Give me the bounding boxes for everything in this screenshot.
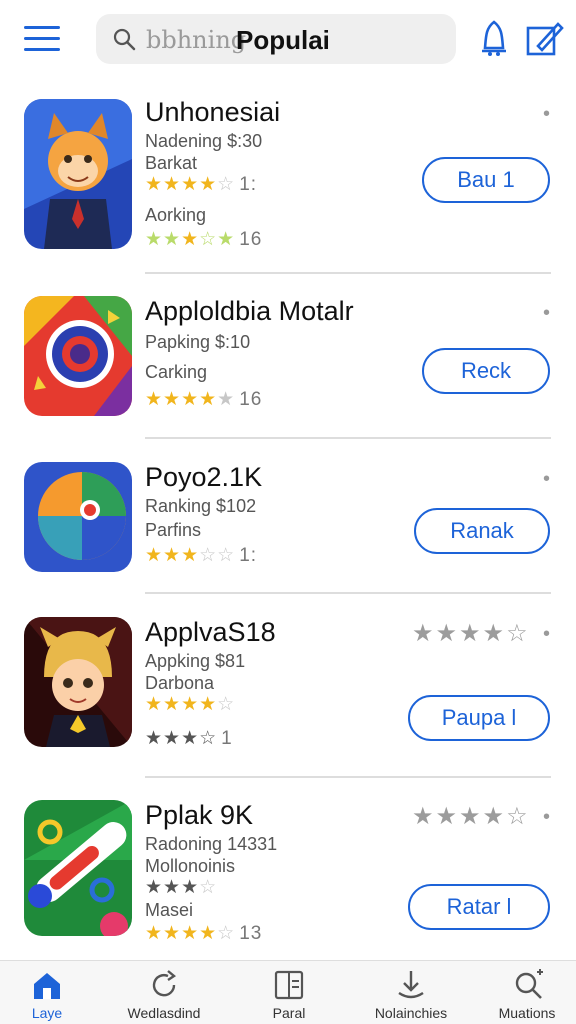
more-dot[interactable]: • [543,103,550,126]
app-subtitle: Papking $:10 [145,332,251,352]
app-icon-fox [24,99,132,249]
app-category: Barkat [145,153,198,173]
app-subtitle: Ranking $102 [145,496,257,516]
app-rank-label: Masei [145,900,194,920]
bottom-nav: Laye Wedlasdind Paral Nolainchies Muatio… [0,960,576,1024]
search-plus-icon [515,969,543,999]
divider [145,592,551,594]
home-icon [34,973,60,999]
app-category: Darbona [145,673,215,693]
rating-stars: ★★★★☆ 1: [145,174,258,195]
rating-stars-secondary: ★★★★☆ 13 [145,923,263,944]
search-icon [113,28,136,51]
rating-stars-right: ★★★★☆ [412,803,530,830]
top-bar: bbhning Populai [0,0,576,80]
tab-label: Wedlasdind [127,1005,201,1021]
refresh-icon [152,970,177,997]
app-title: Pplak 9K [145,800,254,830]
app-icon-game [24,800,132,936]
tab-label: Muations [498,1005,556,1021]
rating-stars: ★★★☆ [145,877,218,898]
edit-icon[interactable] [524,18,564,58]
bell-icon[interactable] [474,18,514,58]
more-dot[interactable]: • [543,302,550,325]
rating-stars-secondary: ★★★☆★ 16 [145,229,263,250]
more-dot[interactable]: • [543,468,550,491]
search-placeholder: bbhning [146,26,247,54]
app-title: Apploldbia Motalr [145,296,354,326]
rating-stars: ★★★★★ 16 [145,389,263,410]
download-icon [398,971,424,999]
app-subtitle: Radoning 14331 [145,834,278,854]
tab-layer[interactable]: Laye [0,961,94,1024]
tab-label: Paral [272,1005,306,1021]
app-icon-character [24,617,132,747]
rating-count: 16 [239,389,263,410]
app-title: Poyo2.1K [145,462,263,492]
app-title: ApplvaS18 [145,617,276,647]
search-bar[interactable]: bbhning Populai [96,14,456,64]
tab-updates[interactable]: Wedlasdind [94,961,234,1024]
rating-count: 13 [239,923,263,944]
divider [145,776,551,778]
rating-stars: ★★★★☆ [145,694,236,715]
get-button[interactable]: Ratar l [408,884,550,930]
more-dot[interactable]: • [543,623,550,646]
app-subtitle: Appking $81 [145,651,246,671]
get-button[interactable]: Paupa l [408,695,550,741]
rating-count: 1: [239,545,258,566]
app-category: Mollonoinis [145,856,236,876]
app-icon-camera [24,296,132,416]
rating-count: 1: [239,174,258,195]
more-dot[interactable]: • [543,806,550,829]
rating-count: 1 [221,728,233,749]
divider [145,272,551,274]
tab-paral[interactable]: Paral [234,961,344,1024]
rating-stars-right: ★★★★☆ [412,620,530,647]
menu-icon[interactable] [24,26,60,52]
rating-stars-secondary: ★★★☆ 1 [145,728,233,749]
rating-count: 16 [239,229,263,250]
tab-search[interactable]: Muations [478,961,576,1024]
rating-stars: ★★★☆☆ 1: [145,545,258,566]
divider [145,437,551,439]
app-category: Parfins [145,520,202,540]
get-button[interactable]: Reck [422,348,550,394]
app-subtitle: Nadening $:30 [145,131,263,151]
get-button[interactable]: Bau 1 [422,157,550,203]
search-input[interactable]: Populai [236,25,330,56]
app-icon-compass [24,462,132,572]
app-rank-label: Aorking [145,205,207,225]
app-title: Unhonesiai [145,97,281,127]
get-button[interactable]: Ranak [414,508,550,554]
book-icon [274,970,304,1000]
app-category: Carking [145,362,208,382]
